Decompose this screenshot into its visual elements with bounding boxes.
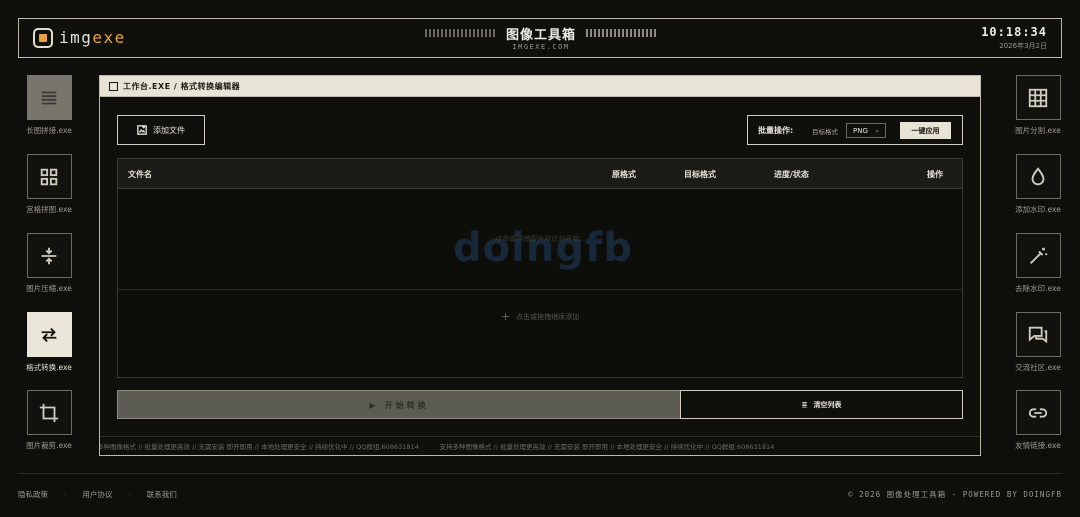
crop-icon [39, 403, 59, 422]
column-filename: 文件名 [128, 170, 152, 179]
droplet-icon [1031, 166, 1045, 185]
format-select[interactable]: PNG ⌄ [846, 123, 886, 138]
clock-date: 2026年3月2日 [999, 42, 1047, 50]
window-titlebar: 工作台.EXE / 格式转换编辑器 [100, 76, 980, 97]
swap-arrows-icon [41, 327, 57, 342]
app-subtitle: IMGEXE.COM [512, 43, 570, 51]
tool-long-image-stitch[interactable]: 长图拼接.exe [19, 75, 79, 136]
tool-label: 图片压缩.exe [26, 284, 72, 293]
tool-grid-collage[interactable]: 宫格拼图.exe [19, 154, 79, 215]
batch-operations-panel: 批量操作: 目标格式 PNG ⌄ 一键应用 [747, 115, 963, 145]
broom-icon: ≣ [801, 401, 808, 409]
tool-format-convert[interactable]: 格式转换.exe [19, 312, 79, 373]
play-icon: ▶ [369, 401, 379, 410]
grid-2x2-icon [40, 168, 58, 185]
decorative-bars-left [425, 29, 495, 37]
clear-list-label: 清空列表 [813, 401, 842, 409]
lines-icon [41, 91, 57, 104]
app-title: 图像工具箱 [505, 28, 576, 43]
empty-hint[interactable]: 点击或拖拽图片到此处开始... [118, 234, 962, 244]
plus-icon: + [500, 310, 511, 323]
logo-text[interactable]: imgexe [59, 28, 126, 47]
compress-icon [41, 247, 57, 264]
ticker-text: 支持多种图像格式 // 批量处理更高效 // 无需安装 即开即用 // 本地处理… [439, 443, 775, 451]
table-header: 文件名 原格式 目标格式 进度/状态 操作 [118, 159, 962, 189]
target-format-label: 目标格式 [812, 128, 838, 136]
tool-label: 友情链接.exe [1015, 441, 1061, 450]
tool-label: 图片裁剪.exe [26, 441, 72, 450]
link-icon [1028, 407, 1048, 418]
column-actions: 操作 [927, 170, 943, 179]
tool-image-crop[interactable]: 图片裁剪.exe [19, 390, 79, 451]
tool-label: 长图拼接.exe [26, 126, 72, 135]
contact-link[interactable]: 联系我们 [147, 490, 177, 499]
footer-divider [18, 473, 1062, 474]
top-header: imgexe 图像工具箱 IMGEXE.COM 10:18:34 2026年3月… [18, 18, 1062, 58]
table-divider [118, 289, 962, 290]
file-table: 文件名 原格式 目标格式 进度/状态 操作 doingfb 点击或拖拽图片到此处… [117, 158, 963, 378]
chat-icon [1028, 326, 1048, 343]
tool-label: 格式转换.exe [26, 363, 72, 372]
privacy-link[interactable]: 隐私政策 [18, 490, 48, 499]
logo-icon[interactable] [33, 28, 53, 48]
clock-time: 10:18:34 [981, 25, 1047, 39]
window-checkbox-icon[interactable] [109, 82, 118, 91]
tool-community[interactable]: 交流社区.exe [1008, 312, 1068, 373]
column-progress: 进度/状态 [774, 170, 809, 179]
add-image-icon [137, 125, 147, 135]
tool-label: 宫格拼图.exe [26, 205, 72, 214]
decorative-bars-right [586, 29, 656, 37]
chevron-down-icon: ⌄ [874, 126, 880, 134]
tool-label: 添加水印.exe [1015, 205, 1061, 214]
tool-add-watermark[interactable]: 添加水印.exe [1008, 154, 1068, 215]
add-file-label: 添加文件 [153, 125, 185, 135]
grid-3x3-icon [1028, 88, 1048, 107]
clear-list-button[interactable]: ≣ 清空列表 [680, 390, 963, 419]
window-title: 工作台.EXE / 格式转换编辑器 [123, 82, 241, 91]
tool-image-split[interactable]: 图片分割.exe [1008, 75, 1068, 136]
feature-ticker: 支持多种图像格式 // 批量处理更高效 // 无需安装 即开即用 // 本地处理… [100, 441, 980, 451]
add-file-button[interactable]: 添加文件 [117, 115, 205, 145]
workspace-window: 工作台.EXE / 格式转换编辑器 添加文件 批量操作: 目标格式 PNG ⌄ … [99, 75, 981, 456]
terms-link[interactable]: 用户协议 [82, 490, 112, 499]
tool-remove-watermark[interactable]: 去除水印.exe [1008, 233, 1068, 294]
tool-label: 图片分割.exe [1015, 126, 1061, 135]
tool-label: 去除水印.exe [1015, 284, 1061, 293]
ticker-text: 支持多种图像格式 // 批量处理更高效 // 无需安装 即开即用 // 本地处理… [100, 443, 419, 451]
drop-zone-label: 点击或拖拽继续添加 [516, 313, 580, 321]
magic-wand-icon [1030, 247, 1048, 264]
batch-label: 批量操作: [758, 126, 794, 135]
start-convert-button[interactable]: ▶ 开始转换 [117, 390, 681, 419]
tool-friend-links[interactable]: 友情链接.exe [1008, 390, 1068, 451]
tool-label: 交流社区.exe [1015, 363, 1061, 372]
watermark-logo: doingfb [453, 225, 633, 271]
start-convert-label: 开始转换 [384, 401, 429, 410]
drop-zone[interactable]: + 点击或拖拽继续添加 [118, 310, 962, 323]
column-target-format: 目标格式 [684, 170, 716, 179]
column-source-format: 原格式 [612, 170, 636, 179]
footer-links: 隐私政策 · 用户协议 · 联系我们 [18, 490, 177, 499]
copyright: © 2026 图像处理工具箱 - POWERED BY DOINGFB [848, 490, 1062, 499]
format-select-value: PNG [853, 127, 868, 135]
tool-image-compress[interactable]: 图片压缩.exe [19, 233, 79, 294]
apply-all-button[interactable]: 一键应用 [900, 122, 951, 139]
ticker-divider [100, 436, 980, 437]
